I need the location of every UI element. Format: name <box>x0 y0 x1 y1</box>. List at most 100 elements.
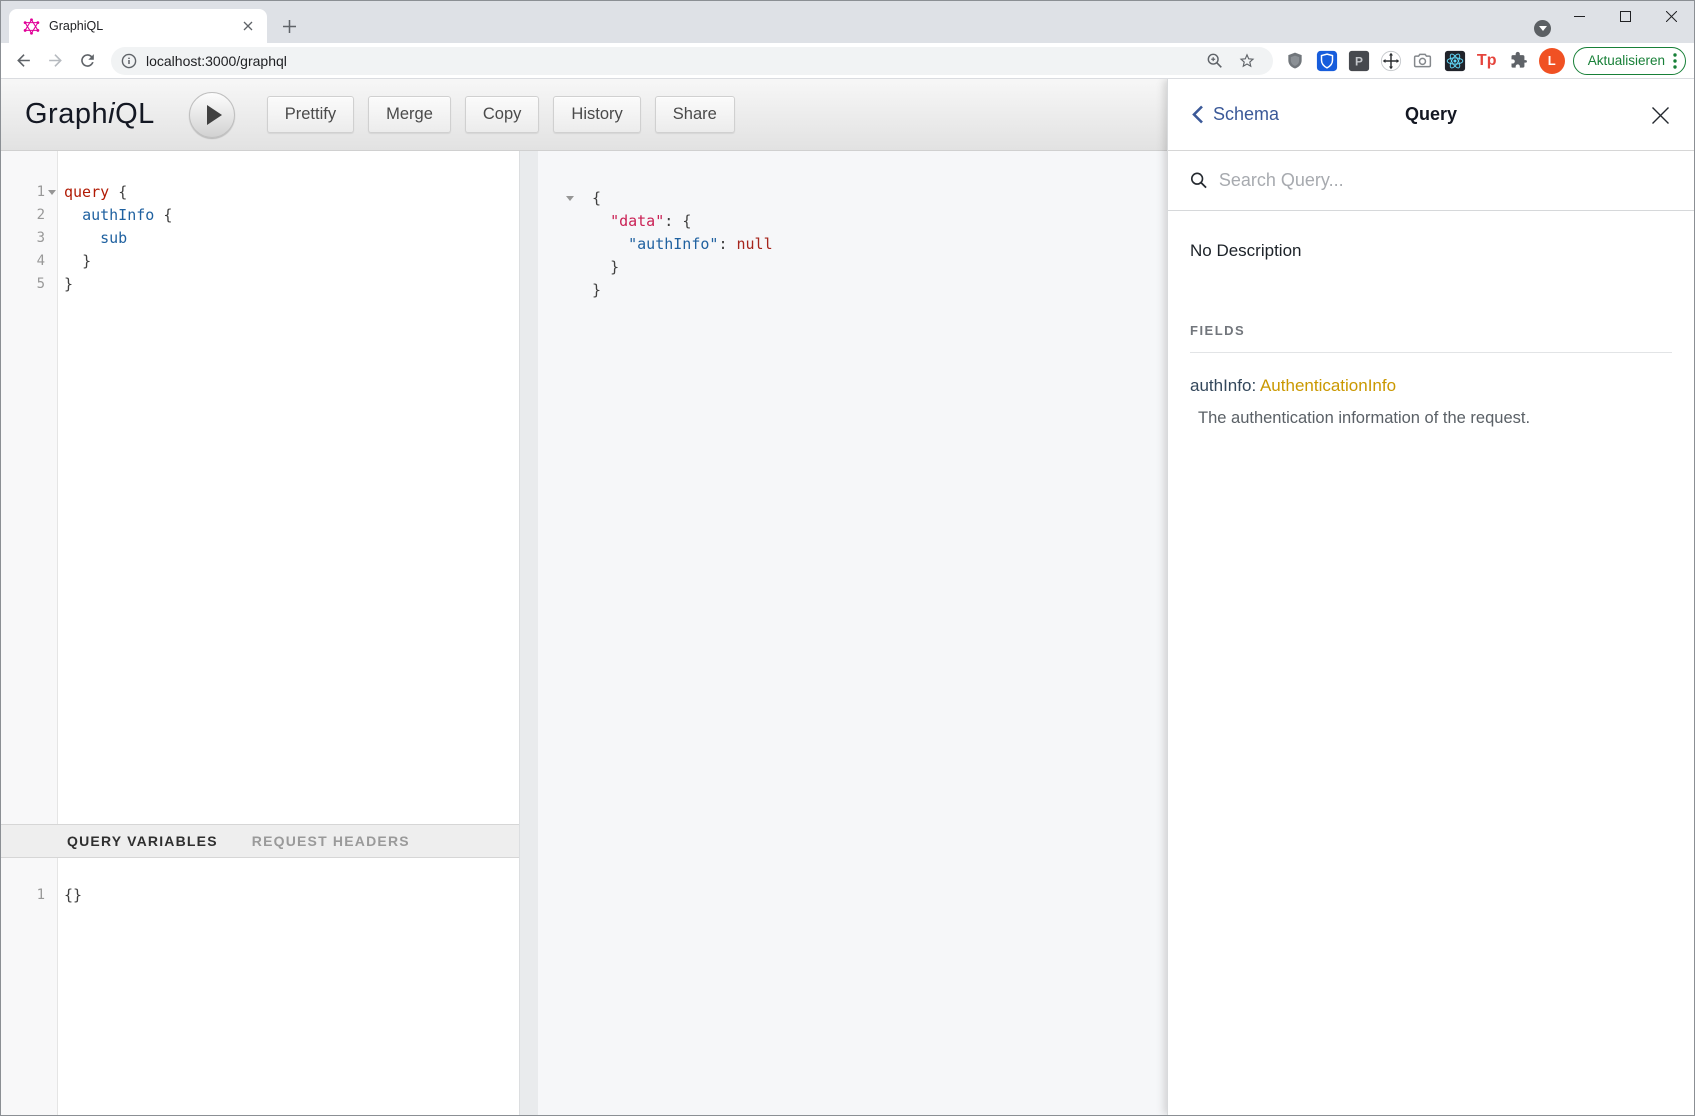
move-tool-extension-icon[interactable] <box>1377 46 1405 76</box>
line-number: 3 <box>1 227 58 250</box>
pane-resize-divider[interactable] <box>519 151 538 1115</box>
code-text[interactable]: query { <box>58 181 127 204</box>
extensions-puzzle-icon[interactable] <box>1505 46 1533 76</box>
tab-query-variables[interactable]: QUERY VARIABLES <box>67 833 218 849</box>
code-line: 1query { <box>1 181 519 204</box>
code-text[interactable]: "data": { <box>586 210 691 233</box>
maximize-button[interactable] <box>1602 1 1648 31</box>
code-token: authInfo <box>82 206 154 224</box>
execute-query-button[interactable] <box>189 92 235 138</box>
doc-field-authinfo: authInfo: AuthenticationInfo <box>1190 376 1672 396</box>
tampermonkey-tp-extension-icon[interactable]: Tp <box>1473 46 1501 76</box>
bookmark-star-icon[interactable] <box>1233 46 1261 76</box>
doc-back-link[interactable]: Schema <box>1192 104 1279 125</box>
minimize-button[interactable] <box>1556 1 1602 31</box>
code-token: } <box>82 252 91 270</box>
reload-icon[interactable] <box>71 45 103 77</box>
profile-avatar[interactable]: L <box>1539 48 1565 74</box>
ublock-extension-icon[interactable] <box>1281 46 1309 76</box>
url-text[interactable]: localhost:3000/graphql <box>146 53 1199 69</box>
query-code: 1query {2 authInfo {3 sub4 } 5} <box>1 151 519 296</box>
forward-icon[interactable] <box>39 45 71 77</box>
code-token: } <box>610 258 619 276</box>
code-token <box>64 252 82 270</box>
query-variables-editor[interactable]: 1{} <box>1 858 519 1115</box>
code-token <box>727 235 736 253</box>
code-text[interactable]: } <box>58 250 91 273</box>
react-devtools-extension-icon[interactable] <box>1441 46 1469 76</box>
prettify-button[interactable]: Prettify <box>267 96 354 133</box>
close-window-button[interactable] <box>1648 1 1694 31</box>
code-token <box>154 206 163 224</box>
field-type-link[interactable]: AuthenticationInfo <box>1260 376 1396 395</box>
code-token: "data" <box>610 212 664 230</box>
type-description: No Description <box>1190 241 1672 261</box>
code-text[interactable]: authInfo { <box>58 204 172 227</box>
graphql-logo-icon <box>23 18 40 35</box>
bitwarden-extension-icon[interactable] <box>1313 46 1341 76</box>
line-number: 4 <box>1 250 58 273</box>
tab-graphiql[interactable]: GraphiQL <box>9 9 267 43</box>
back-icon[interactable] <box>7 45 39 77</box>
code-line: 2 authInfo { <box>1 204 519 227</box>
field-description: The authentication information of the re… <box>1190 409 1672 428</box>
tab-search-button[interactable] <box>1534 20 1551 37</box>
code-token: { <box>163 206 172 224</box>
code-text[interactable]: } <box>58 273 73 296</box>
window-controls <box>1556 1 1694 31</box>
doc-search-input[interactable] <box>1219 170 1672 191</box>
code-text[interactable]: } <box>586 279 601 302</box>
chevron-left-icon <box>1192 105 1204 124</box>
svg-text:P: P <box>1355 54 1363 68</box>
field-name-link[interactable]: authInfo <box>1190 376 1251 395</box>
code-token <box>592 235 628 253</box>
history-button[interactable]: History <box>553 96 640 133</box>
tab-request-headers[interactable]: REQUEST HEADERS <box>252 833 410 849</box>
code-text[interactable]: sub <box>58 227 127 250</box>
code-token: { <box>592 189 601 207</box>
browser-update-button[interactable]: Aktualisieren <box>1573 47 1686 75</box>
code-token: : <box>664 212 673 230</box>
code-text[interactable]: "authInfo": null <box>586 233 773 256</box>
new-tab-button[interactable] <box>275 12 303 40</box>
update-button-label: Aktualisieren <box>1588 53 1665 68</box>
doc-back-label: Schema <box>1213 104 1279 125</box>
search-icon <box>1190 171 1208 190</box>
close-icon <box>1651 106 1670 125</box>
page-info-icon[interactable] <box>121 53 137 69</box>
share-button[interactable]: Share <box>655 96 735 133</box>
zoom-icon[interactable] <box>1201 46 1229 76</box>
code-token: } <box>64 275 73 293</box>
variables-tab-bar: QUERY VARIABLES REQUEST HEADERS <box>1 824 519 858</box>
code-text[interactable]: { <box>586 187 601 210</box>
p-extension-icon[interactable]: P <box>1345 46 1373 76</box>
tab-close-icon[interactable] <box>239 17 257 35</box>
graphiql-logo: GraphiQL <box>25 98 155 131</box>
copy-button[interactable]: Copy <box>465 96 540 133</box>
line-number: 1 <box>1 884 58 907</box>
code-token <box>592 258 610 276</box>
menu-dots-icon[interactable] <box>1673 53 1677 69</box>
code-token: } <box>592 281 601 299</box>
query-editor[interactable]: 1query {2 authInfo {3 sub4 } 5} <box>1 151 519 824</box>
code-text[interactable]: {} <box>58 884 82 907</box>
fold-arrow-icon[interactable] <box>48 190 56 195</box>
browser-toolbar: localhost:3000/graphql P Tp <box>1 43 1694 79</box>
browser-window: GraphiQL <box>0 0 1695 1116</box>
camera-extension-icon[interactable] <box>1409 46 1437 76</box>
graphiql-app: GraphiQL Prettify Merge Copy History Sha… <box>1 79 1694 1115</box>
fields-divider <box>1190 352 1672 353</box>
doc-close-button[interactable] <box>1648 103 1672 127</box>
doc-content: No Description FIELDS authInfo: Authenti… <box>1168 211 1694 458</box>
query-editor-pane[interactable]: 1query {2 authInfo {3 sub4 }5} QUERY VAR… <box>1 151 519 1115</box>
code-token: null <box>737 235 773 253</box>
code-token: "authInfo" <box>628 235 718 253</box>
doc-search-box[interactable] <box>1168 151 1694 211</box>
fold-arrow-icon[interactable] <box>566 196 574 201</box>
tab-title: GraphiQL <box>49 19 239 33</box>
code-token <box>673 212 682 230</box>
line-number: 5 <box>1 273 58 296</box>
address-bar[interactable]: localhost:3000/graphql <box>111 47 1273 75</box>
merge-button[interactable]: Merge <box>368 96 451 133</box>
code-text[interactable]: } <box>586 256 619 279</box>
